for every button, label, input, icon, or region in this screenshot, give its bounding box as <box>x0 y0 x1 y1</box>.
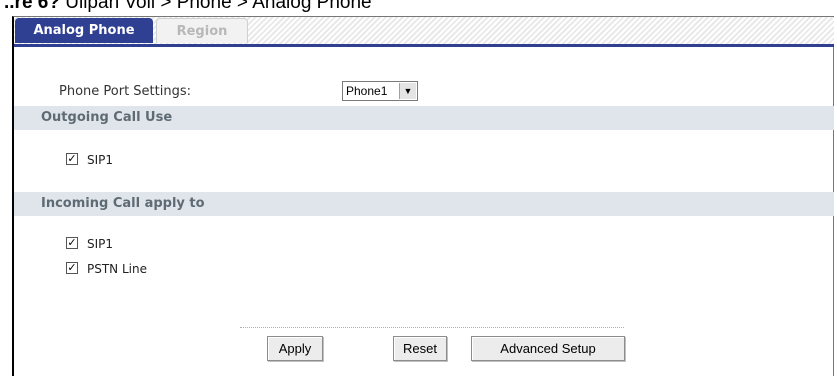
button-divider <box>240 327 624 328</box>
chevron-down-icon[interactable]: ▼ <box>399 83 416 99</box>
advanced-setup-button[interactable]: Advanced Setup <box>471 336 625 361</box>
phone-port-select[interactable]: Phone1 ▼ <box>342 81 418 101</box>
analog-phone-panel: Analog Phone Region Phone Port Settings:… <box>12 16 834 376</box>
incoming-pstn-line-checkbox[interactable]: ✓ <box>66 262 78 274</box>
reset-button[interactable]: Reset <box>393 336 447 361</box>
incoming-sip1-checkbox[interactable]: ✓ <box>66 237 78 249</box>
caption-figure-number: ..re 6? <box>4 0 60 13</box>
tab-analog-phone[interactable]: Analog Phone <box>15 18 153 43</box>
section-incoming-call-apply-to: Incoming Call apply to <box>14 192 834 216</box>
phone-port-settings-label: Phone Port Settings: <box>59 84 192 99</box>
tab-bar: Analog Phone Region <box>14 17 834 47</box>
incoming-pstn-line-label: PSTN Line <box>87 262 147 276</box>
phone-port-selected-value: Phone1 <box>346 84 388 98</box>
figure-caption: ..re 6? Ulipan Voll > Phone > Analog Pho… <box>4 0 372 12</box>
apply-button[interactable]: Apply <box>267 336 323 361</box>
section-outgoing-call-use: Outgoing Call Use <box>14 106 834 130</box>
tab-region[interactable]: Region <box>156 18 248 43</box>
outgoing-sip1-label: SIP1 <box>87 153 114 167</box>
outgoing-sip1-checkbox[interactable]: ✓ <box>66 153 78 165</box>
incoming-sip1-label: SIP1 <box>87 237 114 251</box>
caption-text: Ulipan Voll > Phone > Analog Phone <box>65 0 372 13</box>
